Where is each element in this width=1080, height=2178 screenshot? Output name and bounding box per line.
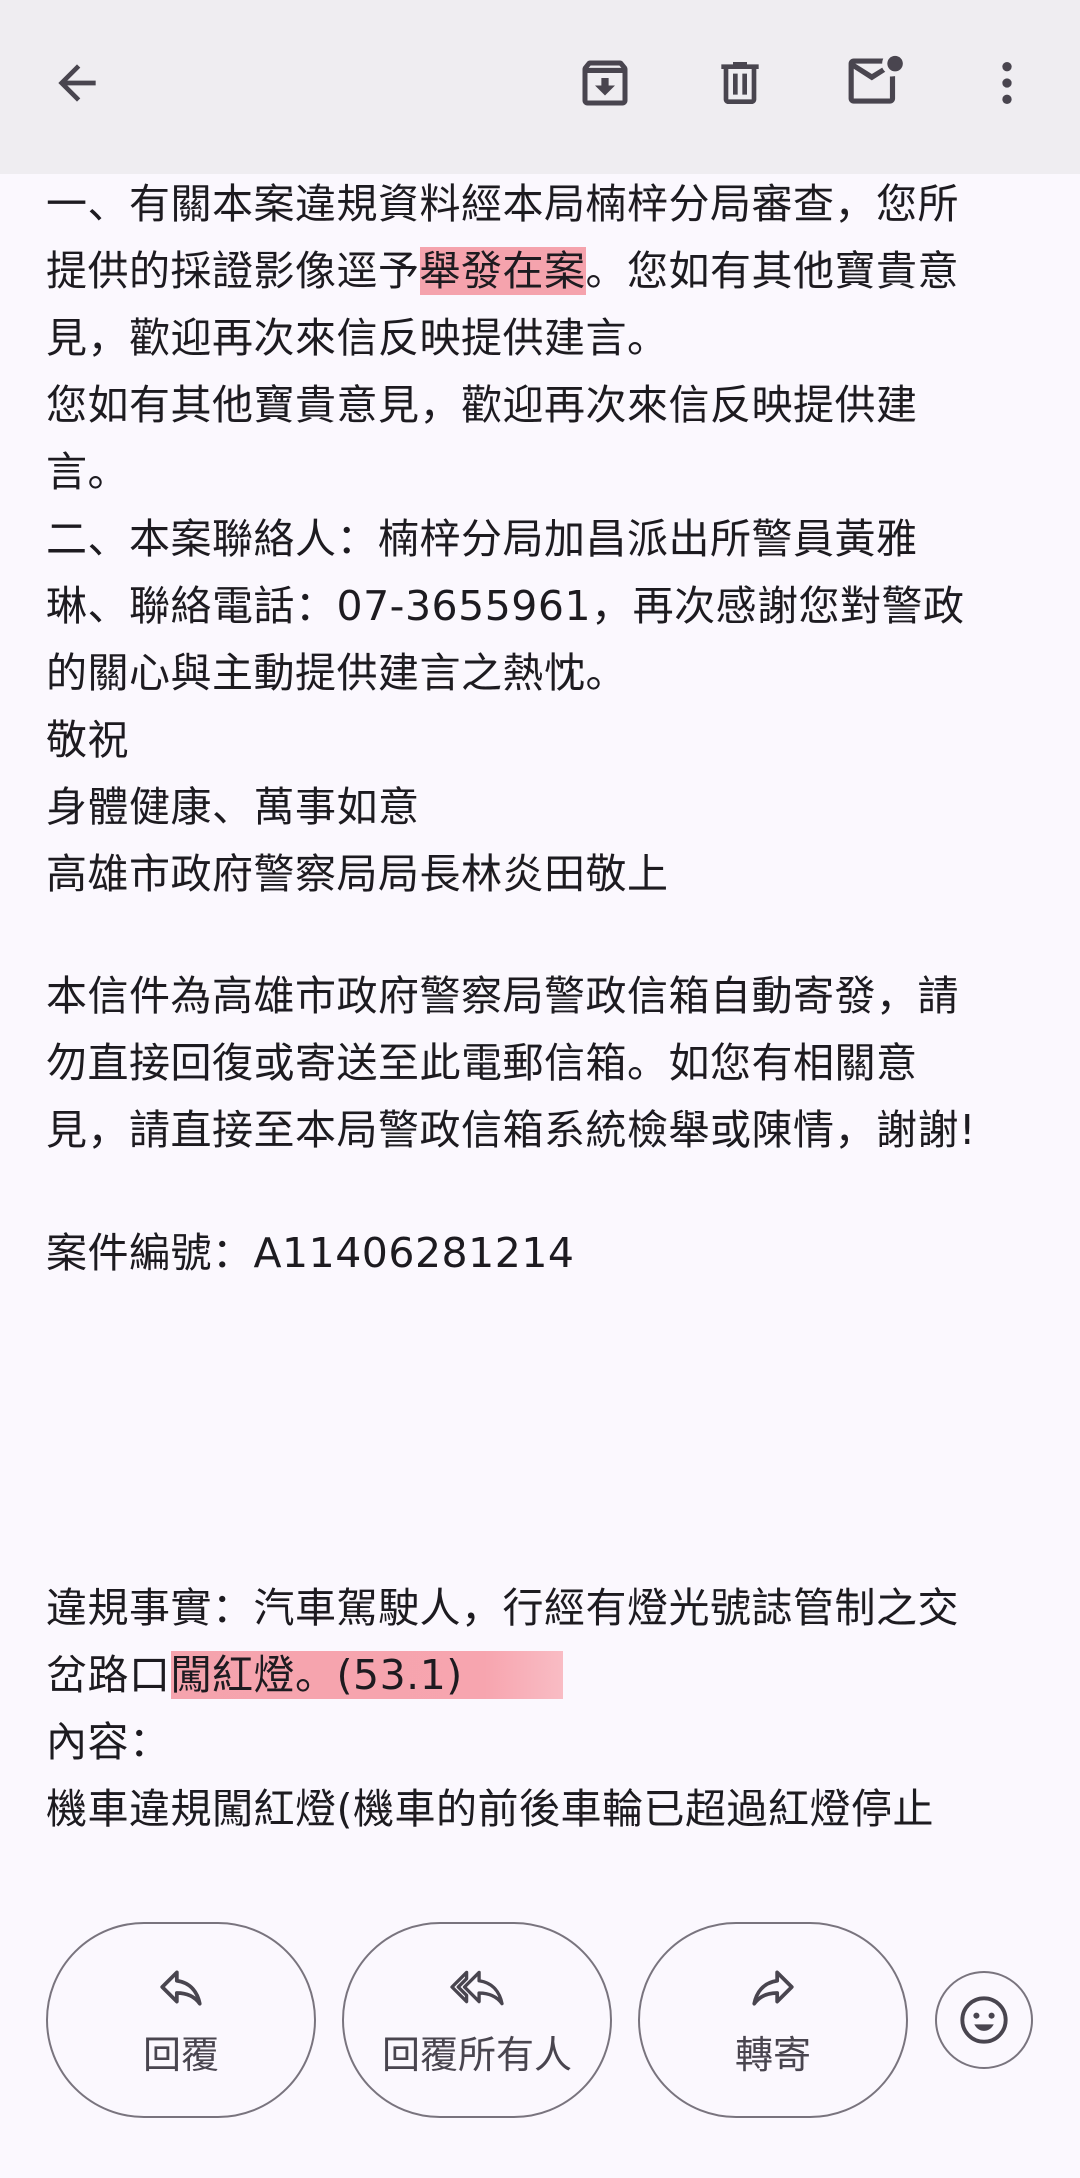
- top-app-bar: [0, 0, 1080, 174]
- reply-button[interactable]: 回覆: [46, 1922, 316, 2118]
- notice-line: 勿直接回復或寄送至此電郵信箱。如您有相關意: [46, 1039, 918, 1087]
- body-line: 身體健康、萬事如意: [46, 783, 420, 831]
- body-line: 提供的採證影像逕予舉發在案。您如有其他寶貴意: [46, 247, 959, 295]
- forward-icon: [752, 1970, 794, 2006]
- violation-line: 內容：: [46, 1718, 171, 1766]
- body-line: 的關心與主動提供建言之熱忱。: [46, 649, 627, 697]
- forward-button[interactable]: 轉寄: [638, 1922, 908, 2118]
- violation-line: 違規事實：汽車駕駛人，行經有燈光號誌管制之交: [46, 1584, 959, 1632]
- forward-label: 轉寄: [734, 2032, 811, 2077]
- delete-icon[interactable]: [704, 47, 776, 119]
- email-body: 一、有關本案違規資料經本局楠梓分局審查，您所 提供的採證影像逕予舉發在案。您如有…: [46, 171, 1056, 1843]
- body-line: 一、有關本案違規資料經本局楠梓分局審查，您所: [46, 180, 959, 228]
- highlighted-text: 舉發在案: [419, 247, 586, 295]
- violation-line: 岔路口闖紅燈。(53.1): [46, 1642, 1056, 1709]
- mail-unread-icon[interactable]: [841, 47, 913, 119]
- more-vert-icon[interactable]: [971, 47, 1043, 119]
- body-line: 您如有其他寶貴意見，歡迎再次來信反映提供建: [46, 381, 918, 429]
- body-line: 敬祝: [46, 716, 129, 764]
- action-bar: 回覆 回覆所有人 轉寄: [0, 1900, 1080, 2178]
- reply-all-icon: [450, 1970, 504, 2005]
- notice-line: 見，請直接至本局警政信箱系統檢舉或陳情，謝謝!: [46, 1106, 976, 1154]
- case-number: 案件編號：A11406281214: [46, 1229, 575, 1277]
- violation-line: 機車違規闖紅燈(機車的前後車輪已超過紅燈停止: [46, 1785, 934, 1833]
- reply-all-label: 回覆所有人: [381, 2032, 572, 2077]
- reply-label: 回覆: [142, 2032, 219, 2077]
- highlighted-text: 闖紅燈。(53.1): [170, 1651, 563, 1699]
- reply-all-button[interactable]: 回覆所有人: [342, 1922, 612, 2118]
- body-line: 琳、聯絡電話：07-3655961，再次感謝您對警政: [46, 582, 965, 630]
- emoji-reaction-button[interactable]: [935, 1971, 1033, 2069]
- archive-icon[interactable]: [569, 47, 641, 119]
- arrow-back-icon[interactable]: [41, 47, 113, 119]
- notice-line: 本信件為高雄市政府警察局警政信箱自動寄發，請: [46, 972, 959, 1020]
- reply-icon: [160, 1970, 202, 2006]
- body-line: 見，歡迎再次來信反映提供建言。: [46, 314, 669, 362]
- body-line: 二、本案聯絡人：楠梓分局加昌派出所警員黃雅: [46, 515, 918, 563]
- signature-line: 高雄市政府警察局局長林炎田敬上: [46, 850, 669, 898]
- emoji-smile-icon: [960, 1996, 1008, 2044]
- body-line: 言。: [46, 448, 129, 496]
